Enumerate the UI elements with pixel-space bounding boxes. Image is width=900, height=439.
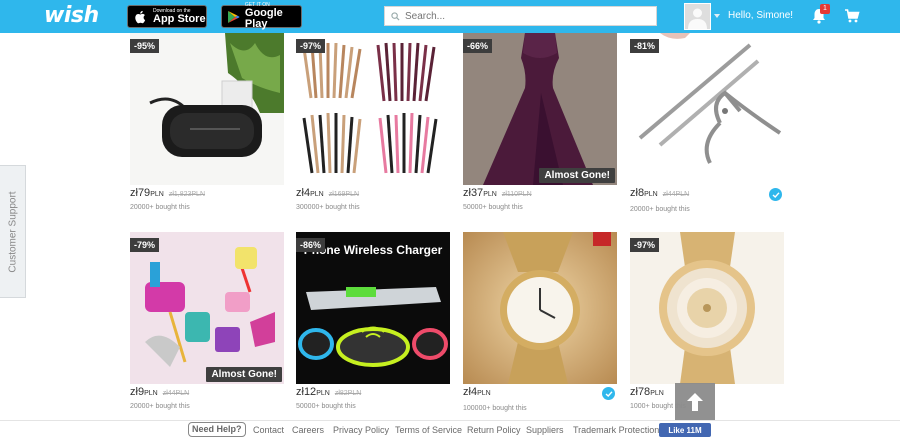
product-image-speaker[interactable]: -95%: [130, 33, 284, 185]
price: zł12PLN zł82PLN: [296, 386, 362, 398]
product-image-toy-cleaning-set[interactable]: -79% Almost Gone!: [130, 232, 284, 384]
appstore-big-label: App Store: [153, 12, 206, 25]
bought-count: 50000+ bought this: [296, 403, 356, 410]
facebook-like-label: Like 11M: [668, 425, 702, 435]
product-image-wireless-charger[interactable]: Phone Wireless Charger -86%: [296, 232, 450, 384]
footer-link-privacy-policy[interactable]: Privacy Policy: [333, 425, 389, 435]
price: zł79PLN zł1,823PLN: [130, 187, 206, 199]
notification-count-badge: 1: [820, 4, 830, 14]
almost-gone-badge: Almost Gone!: [206, 367, 282, 382]
top-header: wish Download on the App Store GET IT ON…: [0, 0, 900, 33]
discount-badge: -97%: [630, 238, 660, 252]
apple-icon: [132, 10, 150, 24]
price: zł4PLN zł169PLN: [296, 187, 360, 199]
bought-count: 50000+ bought this: [463, 204, 523, 211]
price: zł37PLN zł110PLN: [463, 187, 532, 199]
customer-support-label: Customer Support: [7, 191, 19, 273]
footer-link-trademark-protection[interactable]: Trademark Protection: [573, 425, 659, 435]
bought-count: 20000+ bought this: [630, 206, 690, 213]
search-icon[interactable]: [385, 11, 405, 21]
wish-logo[interactable]: wish: [44, 3, 99, 28]
bought-count: 20000+ bought this: [130, 403, 190, 410]
old-price: zł169PLN: [328, 191, 360, 198]
avatar[interactable]: [684, 3, 711, 30]
footer-link-return-policy[interactable]: Return Policy: [467, 425, 521, 435]
old-price: zł82PLN: [334, 390, 362, 397]
discount-badge: -81%: [630, 39, 660, 53]
arrow-up-icon: [687, 393, 703, 411]
discount-badge: -97%: [296, 39, 326, 53]
bought-count: 100000+ bought this: [463, 405, 527, 412]
customer-support-tab[interactable]: Customer Support: [0, 165, 26, 298]
old-price: zł44PLN: [162, 390, 190, 397]
bought-count: 20000+ bought this: [130, 204, 190, 211]
verified-check-icon: [769, 188, 782, 201]
search-input[interactable]: [405, 10, 650, 22]
product-image-gold-watch[interactable]: [463, 232, 617, 384]
search-bar: [384, 6, 657, 26]
scroll-to-top-button[interactable]: [675, 383, 715, 421]
old-price: zł44PLN: [662, 191, 690, 198]
price: zł78PLN: [630, 386, 664, 398]
old-price: zł110PLN: [501, 191, 532, 198]
verified-check-icon: [602, 387, 615, 400]
product-image-brushes[interactable]: -97%: [296, 33, 450, 185]
discount-badge: -86%: [296, 238, 326, 252]
footer-link-contact[interactable]: Contact: [253, 425, 284, 435]
product-image-cuticle-tools[interactable]: -81%: [630, 33, 784, 185]
user-greeting[interactable]: Hello, Simone!: [728, 10, 793, 21]
discount-badge: -79%: [130, 238, 160, 252]
price: zł8PLN zł44PLN: [630, 187, 690, 199]
need-help-button[interactable]: Need Help?: [188, 422, 246, 437]
caret-down-icon[interactable]: [714, 14, 720, 18]
old-price: zł1,823PLN: [168, 191, 206, 198]
facebook-like-button[interactable]: Like 11M: [659, 423, 711, 437]
shopping-cart-icon[interactable]: [844, 8, 860, 29]
price: zł4PLN: [463, 386, 491, 398]
product-image-crystal-watch[interactable]: -97%: [630, 232, 784, 384]
googleplay-big-label: Google Play: [244, 7, 283, 30]
almost-gone-badge: Almost Gone!: [539, 168, 615, 183]
footer: Need Help? Contact Careers Privacy Polic…: [0, 420, 900, 439]
google-play-badge[interactable]: GET IT ON Google Play: [221, 3, 302, 30]
app-store-badge[interactable]: Download on the App Store: [127, 5, 207, 28]
footer-link-terms-of-service[interactable]: Terms of Service: [395, 425, 462, 435]
footer-link-suppliers[interactable]: Suppliers: [526, 425, 564, 435]
discount-badge: -66%: [463, 39, 493, 53]
footer-link-careers[interactable]: Careers: [292, 425, 324, 435]
price: zł9PLN zł44PLN: [130, 386, 190, 398]
bought-count: 300000+ bought this: [296, 204, 360, 211]
google-play-icon: [226, 10, 242, 24]
discount-badge: -95%: [130, 39, 160, 53]
product-image-dress[interactable]: -66% Almost Gone!: [463, 33, 617, 185]
